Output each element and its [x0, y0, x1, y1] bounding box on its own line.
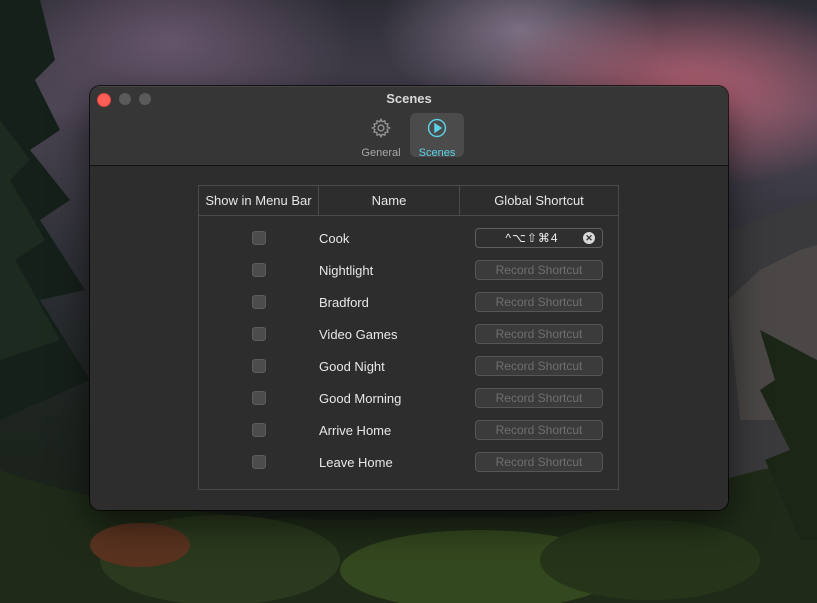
table-row: Nightlight Record Shortcut	[199, 254, 618, 286]
scene-name: Good Morning	[319, 390, 402, 406]
shortcut-keys: ^⌥⇧⌘4	[505, 231, 559, 245]
scenes-window: Scenes General Scenes Show in Menu Bar N…	[90, 86, 728, 510]
scene-name: Leave Home	[319, 454, 393, 470]
tab-scenes-label: Scenes	[418, 147, 456, 159]
column-header-global-shortcut[interactable]: Global Shortcut	[460, 186, 618, 215]
tab-general-label: General	[361, 147, 401, 159]
show-in-menu-bar-checkbox[interactable]	[252, 391, 266, 405]
show-in-menu-bar-checkbox[interactable]	[252, 295, 266, 309]
record-shortcut-button[interactable]: Record Shortcut	[475, 388, 603, 408]
table-body: Cook ^⌥⇧⌘4 ✕ Nightlight Record Shortcut	[199, 216, 618, 478]
record-shortcut-button[interactable]: Record Shortcut	[475, 420, 603, 440]
tab-general[interactable]: General	[354, 113, 408, 159]
scene-name: Arrive Home	[319, 422, 392, 438]
show-in-menu-bar-checkbox[interactable]	[252, 423, 266, 437]
shortcut-recorder[interactable]: ^⌥⇧⌘4 ✕	[475, 228, 603, 248]
show-in-menu-bar-checkbox[interactable]	[252, 231, 266, 245]
show-in-menu-bar-checkbox[interactable]	[252, 359, 266, 373]
column-header-show-in-menu-bar[interactable]: Show in Menu Bar	[199, 186, 319, 215]
show-in-menu-bar-checkbox[interactable]	[252, 327, 266, 341]
table-row: Cook ^⌥⇧⌘4 ✕	[199, 222, 618, 254]
show-in-menu-bar-checkbox[interactable]	[252, 263, 266, 277]
column-header-name[interactable]: Name	[319, 186, 460, 215]
record-shortcut-button[interactable]: Record Shortcut	[475, 324, 603, 344]
scene-name: Good Night	[319, 358, 385, 374]
show-in-menu-bar-checkbox[interactable]	[252, 455, 266, 469]
table-row: Good Morning Record Shortcut	[199, 382, 618, 414]
table-header: Show in Menu Bar Name Global Shortcut	[199, 186, 618, 216]
scene-name: Nightlight	[319, 262, 374, 278]
tab-scenes[interactable]: Scenes	[410, 113, 464, 159]
table-row: Video Games Record Shortcut	[199, 318, 618, 350]
record-shortcut-button[interactable]: Record Shortcut	[475, 292, 603, 312]
table-row: Arrive Home Record Shortcut	[199, 414, 618, 446]
table-row: Bradford Record Shortcut	[199, 286, 618, 318]
record-shortcut-button[interactable]: Record Shortcut	[475, 356, 603, 376]
scenes-table: Show in Menu Bar Name Global Shortcut Co…	[198, 185, 619, 490]
window-title: Scenes	[386, 91, 432, 106]
scene-name: Bradford	[319, 294, 369, 310]
title-bar: Scenes General Scenes	[90, 86, 728, 166]
scene-name: Video Games	[319, 326, 398, 342]
record-shortcut-button[interactable]: Record Shortcut	[475, 260, 603, 280]
table-row: Leave Home Record Shortcut	[199, 446, 618, 478]
play-icon	[426, 117, 448, 144]
record-shortcut-button[interactable]: Record Shortcut	[475, 452, 603, 472]
scene-name: Cook	[319, 230, 350, 246]
table-row: Good Night Record Shortcut	[199, 350, 618, 382]
gear-icon	[370, 117, 392, 144]
scenes-panel: Show in Menu Bar Name Global Shortcut Co…	[90, 166, 728, 510]
preferences-toolbar: General Scenes	[90, 113, 728, 159]
clear-shortcut-icon[interactable]: ✕	[583, 232, 595, 244]
